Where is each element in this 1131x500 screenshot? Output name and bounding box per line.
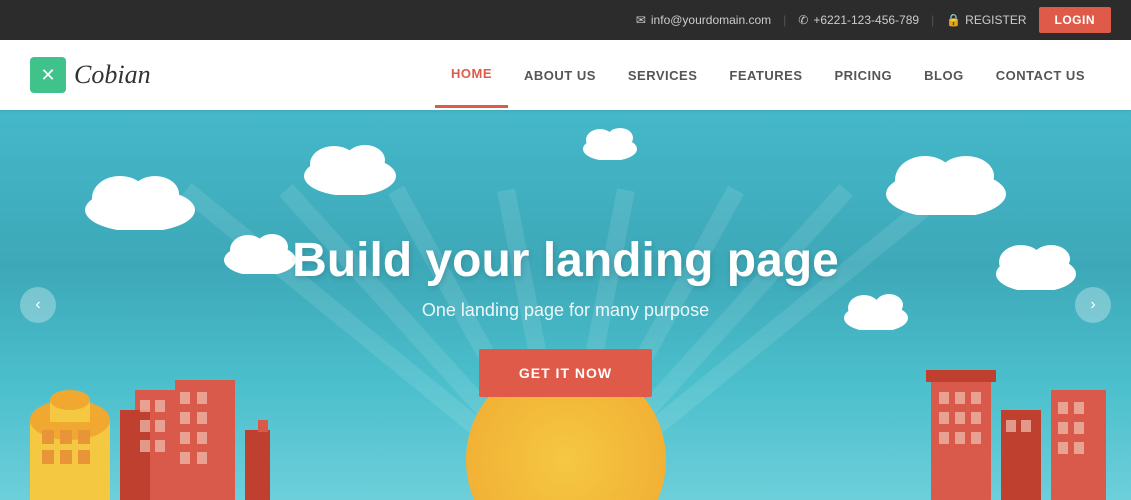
logo-text: Cobian: [74, 60, 151, 90]
nav-link-blog[interactable]: BLOG: [908, 44, 980, 107]
divider-1: |: [783, 13, 786, 27]
cloud-4: [881, 150, 1011, 215]
nav-item-contact[interactable]: CONTACT US: [980, 44, 1101, 107]
hero-prev-arrow[interactable]: ‹: [20, 287, 56, 323]
phone-icon: ✆: [798, 13, 808, 27]
email-item: ✉ info@yourdomain.com: [636, 13, 771, 27]
nav-link-about[interactable]: ABOUT US: [508, 44, 612, 107]
nav-item-pricing[interactable]: PRICING: [819, 44, 909, 107]
cloud-3: [220, 230, 300, 274]
cloud-1: [80, 170, 200, 230]
register-link[interactable]: 🔒 REGISTER: [946, 13, 1026, 27]
nav-link-pricing[interactable]: PRICING: [819, 44, 909, 107]
nav-item-features[interactable]: FEATURES: [713, 44, 818, 107]
hero-title: Build your landing page: [292, 233, 839, 288]
hero-next-arrow[interactable]: ›: [1075, 287, 1111, 323]
cloud-5: [991, 240, 1081, 290]
nav-item-home[interactable]: HOME: [435, 42, 508, 108]
navbar: ✕ Cobian HOME ABOUT US SERVICES FEATURES…: [0, 40, 1131, 110]
phone-text: +6221-123-456-789: [813, 13, 919, 27]
nav-link-home[interactable]: HOME: [435, 42, 508, 108]
lock-icon: 🔒: [946, 13, 961, 27]
register-label: REGISTER: [965, 13, 1026, 27]
nav-links: HOME ABOUT US SERVICES FEATURES PRICING …: [435, 42, 1101, 108]
logo-link[interactable]: ✕ Cobian: [30, 57, 151, 93]
divider-2: |: [931, 13, 934, 27]
hero-subtitle: One landing page for many purpose: [422, 300, 709, 321]
nav-link-features[interactable]: FEATURES: [713, 44, 818, 107]
buildings-left: [0, 330, 380, 500]
cloud-6: [841, 290, 911, 330]
login-button[interactable]: LOGIN: [1039, 7, 1112, 33]
nav-link-contact[interactable]: CONTACT US: [980, 44, 1101, 107]
nav-link-services[interactable]: SERVICES: [612, 44, 714, 107]
buildings-right: [911, 320, 1131, 500]
nav-item-about[interactable]: ABOUT US: [508, 44, 612, 107]
top-bar: ✉ info@yourdomain.com | ✆ +6221-123-456-…: [0, 0, 1131, 40]
phone-item: ✆ +6221-123-456-789: [798, 13, 919, 27]
hero-section: ‹ Build your landing page One landing pa…: [0, 110, 1131, 500]
cta-button[interactable]: GET IT NOW: [479, 349, 652, 397]
logo-icon: ✕: [30, 57, 66, 93]
nav-item-services[interactable]: SERVICES: [612, 44, 714, 107]
email-text: info@yourdomain.com: [651, 13, 771, 27]
email-icon: ✉: [636, 13, 646, 27]
cloud-7: [580, 125, 640, 160]
cloud-2: [300, 140, 400, 195]
nav-item-blog[interactable]: BLOG: [908, 44, 980, 107]
